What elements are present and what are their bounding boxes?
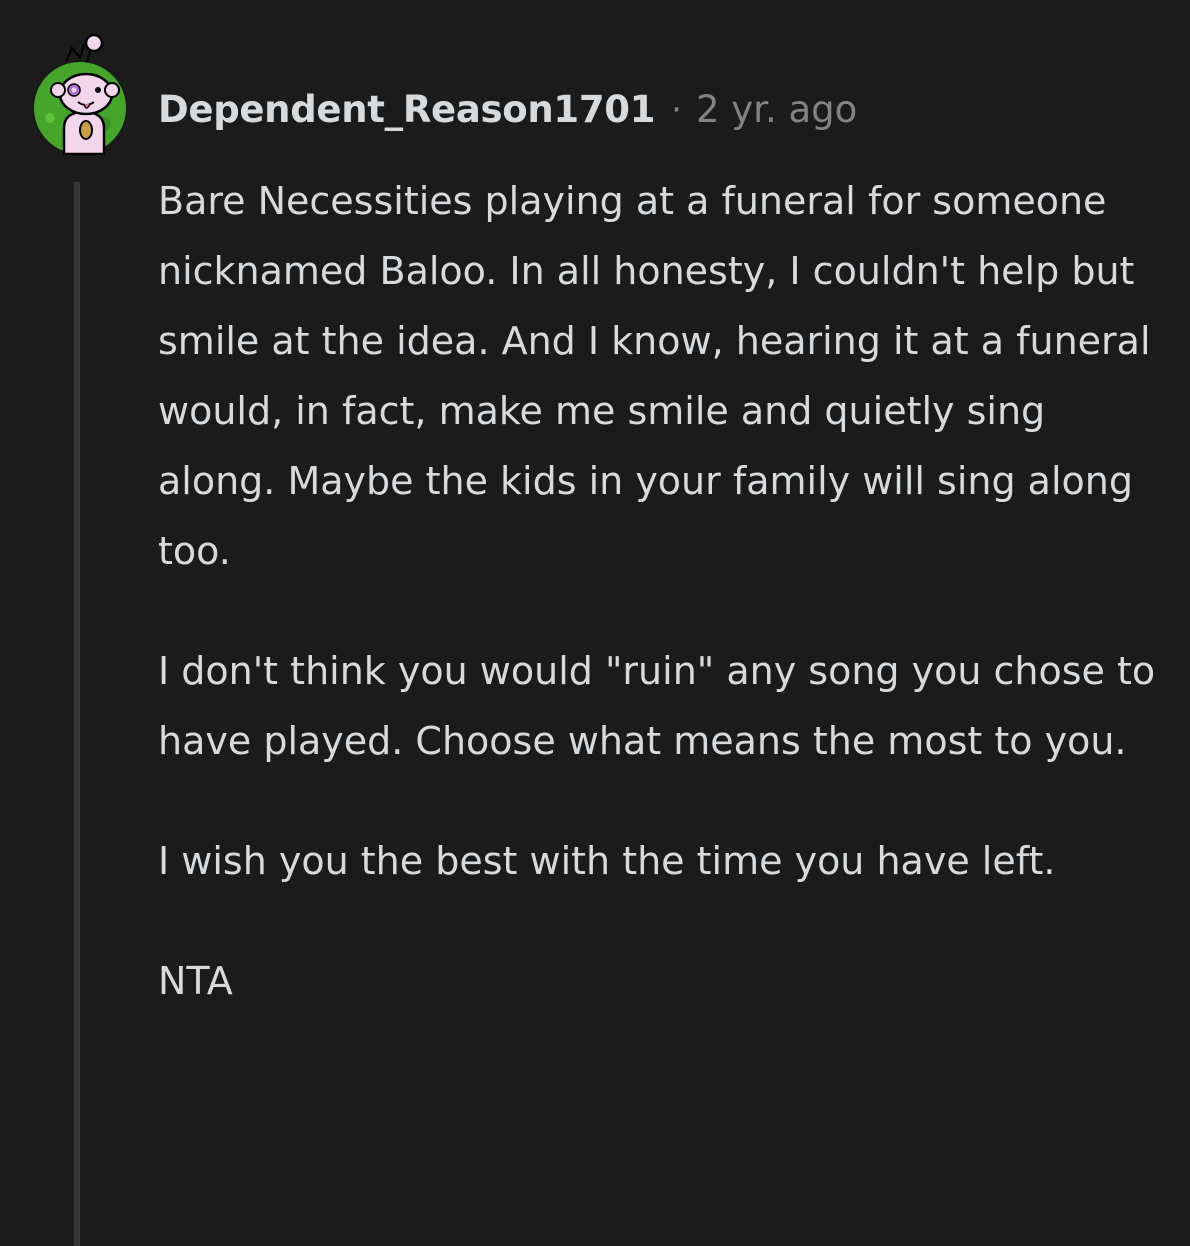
comment: Dependent_Reason1701 · 2 yr. ago Bare Ne…: [0, 0, 1190, 1246]
comment-paragraph: NTA: [158, 959, 233, 1003]
comment-header: Dependent_Reason1701 · 2 yr. ago: [158, 86, 857, 134]
meta-separator: ·: [671, 90, 682, 130]
comment-paragraph: I wish you the best with the time you ha…: [158, 839, 1056, 883]
comment-body: Bare Necessities playing at a funeral fo…: [158, 166, 1158, 1066]
user-avatar[interactable]: [28, 32, 132, 156]
comment-paragraph: Bare Necessities playing at a funeral fo…: [158, 179, 1151, 573]
thread-collapse-line[interactable]: [74, 182, 80, 1246]
comment-paragraph: I don't think you would "ruin" any song …: [158, 649, 1156, 763]
snoo-avatar-icon: [34, 33, 126, 156]
comment-author-link[interactable]: Dependent_Reason1701: [158, 86, 655, 134]
comment-timestamp[interactable]: 2 yr. ago: [696, 86, 857, 134]
